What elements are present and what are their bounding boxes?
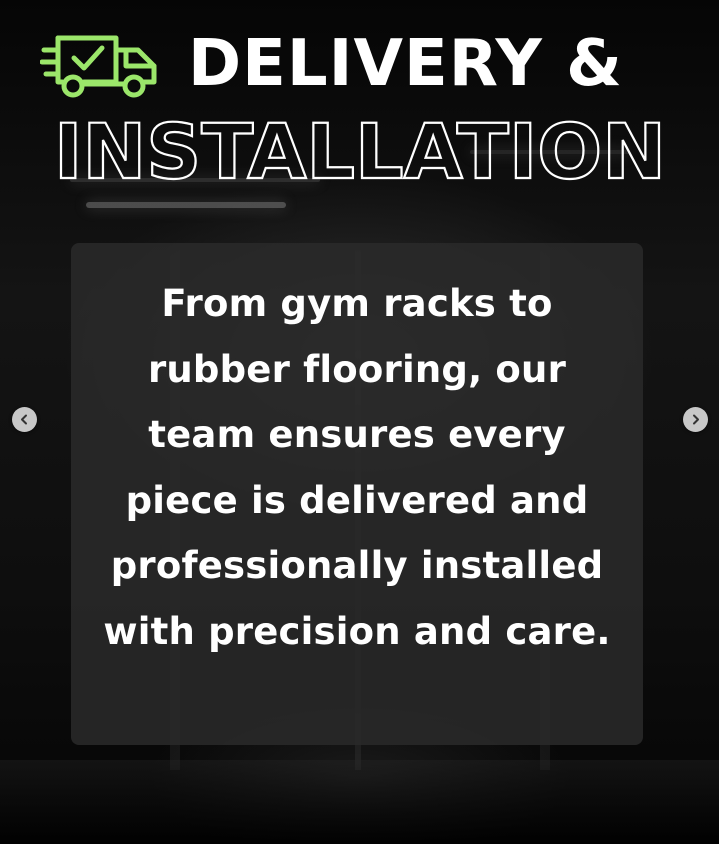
carousel-next-button[interactable]	[683, 407, 708, 432]
slide-title-outline: INSTALLATION	[40, 112, 680, 192]
slide-title-solid: DELIVERY &	[188, 27, 623, 101]
carousel-slide: DELIVERY & INSTALLATION From gym racks t…	[0, 0, 719, 844]
delivery-truck-check-icon	[40, 35, 157, 98]
background-floor	[0, 760, 719, 844]
description-text: From gym racks to rubber flooring, our t…	[103, 282, 611, 653]
background-ceiling-light	[86, 202, 286, 208]
carousel-prev-button[interactable]	[12, 407, 37, 432]
slide-title-line1: DELIVERY &	[40, 24, 680, 104]
slide-title-line2: INSTALLATION	[54, 112, 666, 192]
chevron-left-icon	[21, 414, 27, 425]
chevron-right-icon	[693, 414, 699, 425]
description-card: From gym racks to rubber flooring, our t…	[71, 243, 643, 745]
slide-title-outline-graphic: INSTALLATION	[53, 112, 667, 192]
